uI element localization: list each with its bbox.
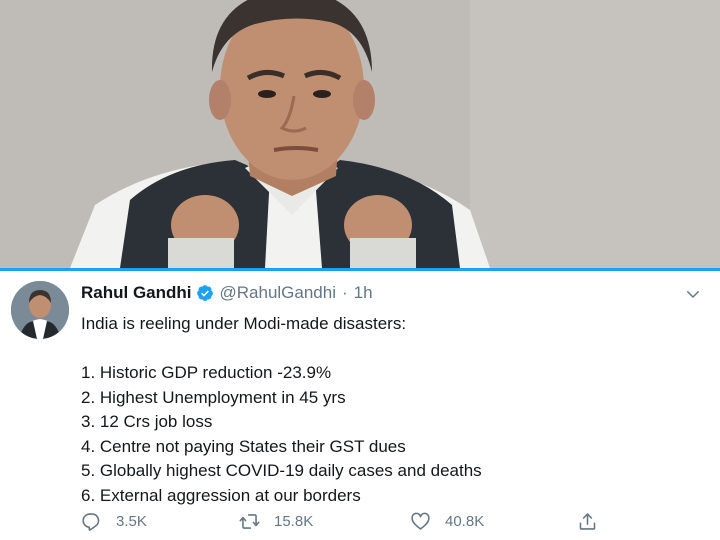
reply-icon [82,512,100,531]
reply-button[interactable]: 3.5K [81,509,147,533]
share-icon [579,512,596,530]
like-button[interactable]: 40.8K [410,509,484,533]
separator-dot: · [342,283,348,302]
tweet-text: India is reeling under Modi-made disaste… [81,312,701,508]
tweet-author-line: Rahul Gandhi @RahulGandhi · 1h [81,282,373,304]
verified-badge-icon [196,285,213,301]
tweet-list-item: 6. External aggression at our borders [81,485,361,505]
tweet-list-item: 2. Highest Unemployment in 45 yrs [81,387,346,407]
author-handle[interactable]: @RahulGandhi [220,283,337,303]
like-count: 40.8K [445,512,485,530]
portrait-photo [0,0,720,268]
tweet-list-item: 3. 12 Crs job loss [81,412,213,431]
heart-icon [411,512,430,530]
chevron-down-icon [687,291,699,298]
retweet-count: 15.8K [274,512,314,530]
tweet-actions: 3.5K 15.8K 40.8K [81,509,621,533]
share-button[interactable] [577,509,598,533]
tweet-card[interactable]: Rahul Gandhi @RahulGandhi · 1h India is … [0,271,720,540]
tweet-list-item: 1. Historic GDP reduction -23.9% [81,363,332,382]
tweet-header-photo [0,0,720,268]
tweet-menu-button[interactable] [682,283,704,305]
tweet-intro-line: India is reeling under Modi-made disaste… [81,314,407,333]
tweet-timestamp[interactable]: 1h [354,283,373,303]
retweet-icon [239,513,260,529]
avatar[interactable] [11,281,69,339]
retweet-button[interactable]: 15.8K [239,509,313,533]
tweet-list-item: 4. Centre not paying States their GST du… [81,436,406,456]
avatar-photo [11,281,69,339]
tweet-list-item: 5. Globally highest COVID-19 daily cases… [81,461,482,480]
reply-count: 3.5K [116,512,147,530]
author-display-name[interactable]: Rahul Gandhi [81,283,192,303]
